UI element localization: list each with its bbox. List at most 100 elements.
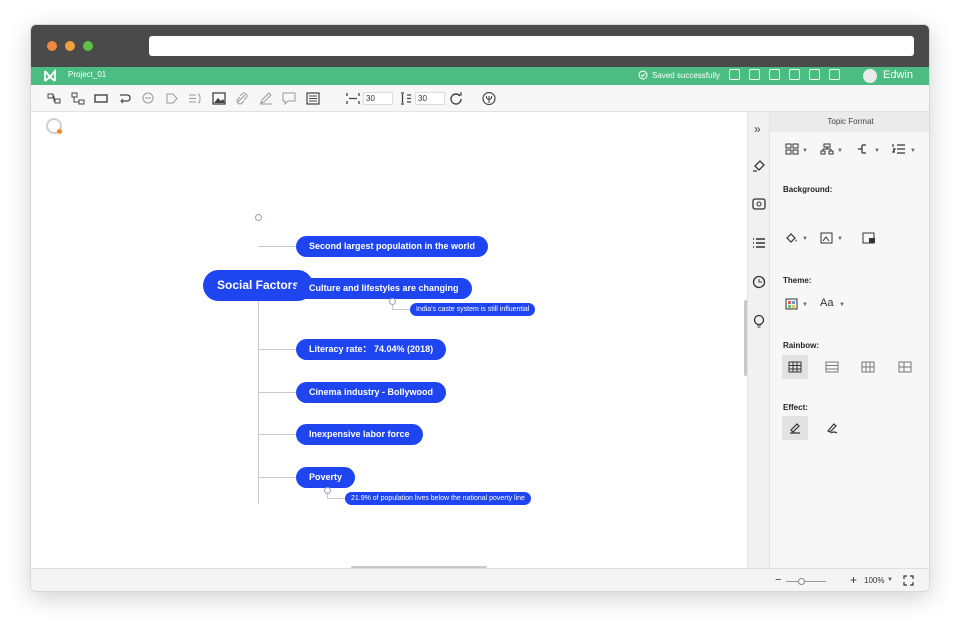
- boundary-icon[interactable]: [165, 92, 179, 105]
- address-bar[interactable]: [149, 36, 914, 56]
- topic-node[interactable]: Cinema industry - Bollywood: [296, 382, 447, 403]
- online-status-dot: [57, 129, 62, 134]
- chevron-down-icon[interactable]: ▼: [802, 236, 808, 242]
- settings-icon[interactable]: [829, 69, 840, 80]
- side-tab-strip: »: [747, 112, 769, 568]
- collapse-panel-icon[interactable]: »: [754, 122, 761, 136]
- save-as-icon[interactable]: [749, 69, 760, 80]
- sub-line: [392, 309, 410, 310]
- theme-font-button[interactable]: Aa: [820, 297, 833, 309]
- outline-icon[interactable]: [306, 92, 320, 105]
- branch-line: [258, 477, 296, 478]
- collapse-toggle-icon[interactable]: [255, 214, 262, 221]
- add-subtopic-icon[interactable]: [71, 92, 85, 105]
- background-label: Background:: [783, 185, 833, 194]
- topic-node[interactable]: Culture and lifestyles are changing: [296, 278, 472, 299]
- background-image-icon[interactable]: [820, 232, 834, 244]
- relationship-icon[interactable]: [118, 92, 132, 105]
- rainbow-grid-icon[interactable]: [861, 361, 875, 373]
- width-spacing-input[interactable]: 30: [363, 92, 393, 105]
- app-header: Project_01 Saved successfully Edwin: [31, 67, 929, 85]
- lightbulb-icon[interactable]: [752, 314, 766, 328]
- topic-node[interactable]: Inexpensive labor force: [296, 424, 423, 445]
- watermark-icon[interactable]: [862, 232, 876, 244]
- marker-icon[interactable]: [788, 422, 802, 434]
- image-icon[interactable]: [212, 92, 226, 105]
- chevron-down-icon[interactable]: ▼: [839, 302, 845, 308]
- mindmap-canvas[interactable]: Social Factors Second largest population…: [31, 112, 747, 568]
- status-bar: − + 100% ▼: [31, 568, 929, 591]
- outline-list-icon[interactable]: [752, 236, 766, 250]
- comment-icon[interactable]: [282, 92, 296, 105]
- trunk-line: [258, 301, 259, 504]
- connector-style-icon[interactable]: [857, 143, 871, 155]
- chevron-down-icon[interactable]: ▼: [837, 236, 843, 242]
- rainbow-grid-icon[interactable]: [898, 361, 912, 373]
- rainbow-label: Rainbow:: [783, 341, 819, 350]
- link-icon[interactable]: [235, 92, 249, 105]
- collapse-toggle-icon[interactable]: [324, 487, 331, 494]
- app-logo-icon: [43, 68, 57, 83]
- app-window: Project_01 Saved successfully Edwin 30 3…: [30, 24, 930, 592]
- rainbow-grid-icon[interactable]: [788, 361, 802, 373]
- callout-icon[interactable]: [141, 92, 155, 105]
- zoom-out-icon[interactable]: −: [775, 574, 781, 586]
- topic-node[interactable]: Poverty: [296, 467, 356, 488]
- topic-node[interactable]: Literacy rate： 74.04% (2018): [296, 339, 447, 360]
- collapse-toggle-icon[interactable]: [389, 298, 396, 305]
- topic-node[interactable]: Second largest population in the world: [296, 236, 489, 257]
- panel-title: Topic Format: [770, 112, 929, 132]
- zoom-level[interactable]: 100%: [864, 576, 884, 585]
- fill-color-icon[interactable]: [785, 232, 799, 244]
- chevron-down-icon[interactable]: ▼: [802, 302, 808, 308]
- layout-icon[interactable]: [785, 143, 799, 155]
- rainbow-grid-icon[interactable]: [825, 361, 839, 373]
- share-icon[interactable]: [809, 69, 820, 80]
- height-spacing-icon[interactable]: [399, 92, 413, 105]
- add-topic-icon[interactable]: [47, 92, 61, 105]
- chevron-down-icon[interactable]: ▼: [910, 148, 916, 154]
- subtopic-node[interactable]: 21.9% of population lives below the nati…: [345, 492, 531, 505]
- send-icon[interactable]: [769, 69, 780, 80]
- check-circle-icon: [638, 70, 648, 80]
- fullscreen-icon[interactable]: [903, 575, 914, 586]
- save-icon[interactable]: [729, 69, 740, 80]
- format-paint-icon[interactable]: [752, 158, 766, 172]
- height-spacing-input[interactable]: 30: [415, 92, 445, 105]
- branch-line: [258, 246, 296, 247]
- subtopic-node[interactable]: India's caste system is still influentia…: [410, 303, 536, 316]
- hand-draw-icon[interactable]: [825, 422, 839, 434]
- present-icon[interactable]: [482, 92, 496, 105]
- chevron-down-icon[interactable]: ▼: [874, 148, 880, 154]
- effect-label: Effect:: [783, 403, 808, 412]
- project-name[interactable]: Project_01: [68, 70, 106, 79]
- theme-color-icon[interactable]: [785, 298, 799, 310]
- maximize-dot[interactable]: [83, 41, 93, 51]
- browser-titlebar: [31, 25, 929, 67]
- pen-icon[interactable]: [259, 92, 273, 105]
- sub-line: [327, 498, 345, 499]
- minimize-dot[interactable]: [65, 41, 75, 51]
- chevron-down-icon[interactable]: ▼: [837, 148, 843, 154]
- theme-label: Theme:: [783, 276, 812, 285]
- export-icon[interactable]: [789, 69, 800, 80]
- zoom-in-icon[interactable]: +: [850, 573, 857, 587]
- chevron-down-icon[interactable]: ▼: [887, 577, 893, 583]
- toolbar: 30 30: [31, 85, 929, 112]
- numbering-icon[interactable]: [892, 143, 906, 155]
- style-icon[interactable]: [752, 197, 766, 211]
- refresh-icon[interactable]: [449, 92, 463, 105]
- zoom-slider-handle[interactable]: [798, 578, 805, 585]
- history-icon[interactable]: [752, 275, 766, 289]
- width-spacing-icon[interactable]: [346, 92, 360, 105]
- structure-icon[interactable]: [820, 143, 834, 155]
- summary-icon[interactable]: [188, 92, 202, 105]
- close-dot[interactable]: [47, 41, 57, 51]
- zoom-slider[interactable]: [786, 581, 826, 582]
- user-name[interactable]: Edwin: [883, 69, 913, 81]
- chevron-down-icon[interactable]: ▼: [802, 148, 808, 154]
- floating-topic-icon[interactable]: [94, 92, 108, 105]
- topic-format-panel: Topic Format ▼ ▼ ▼ ▼ Background: ▼ ▼ The…: [769, 112, 929, 568]
- user-avatar[interactable]: [863, 69, 877, 83]
- branch-line: [258, 434, 296, 435]
